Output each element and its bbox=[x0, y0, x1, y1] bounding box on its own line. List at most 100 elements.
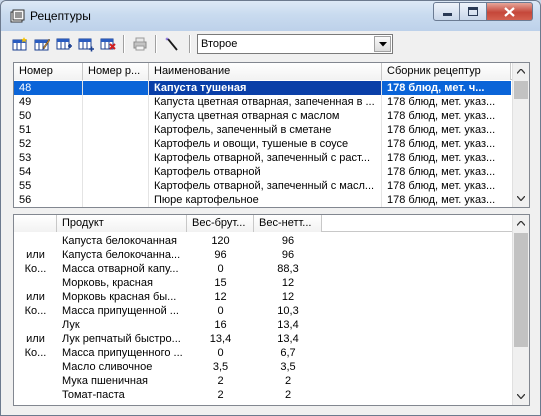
column-header-name[interactable]: Наименование bbox=[149, 63, 382, 80]
insert-row-button[interactable] bbox=[76, 34, 96, 54]
column-header-recipe-number[interactable]: Номер р... bbox=[83, 63, 149, 80]
row-number: 51 bbox=[19, 124, 32, 136]
row-collection: 178 блюд, мет. указ... bbox=[387, 138, 496, 150]
row-product: Капуста белокочанная bbox=[62, 235, 177, 247]
scroll-up-button[interactable] bbox=[513, 215, 529, 232]
row-recipe-number bbox=[83, 109, 149, 123]
category-select[interactable]: Второе bbox=[197, 34, 393, 54]
ingredients-grid[interactable]: Продукт Вес-брут... Вес-нетт... Капуста … bbox=[13, 214, 530, 406]
row-alternative bbox=[14, 360, 57, 374]
column-header-net-weight[interactable]: Вес-нетт... bbox=[254, 215, 322, 232]
window-title: Рецептуры bbox=[30, 9, 91, 23]
edit-recipe-button[interactable] bbox=[32, 34, 52, 54]
column-header-product[interactable]: Продукт bbox=[57, 215, 187, 232]
row-recipe-number bbox=[83, 95, 149, 109]
close-button[interactable] bbox=[487, 2, 533, 21]
minimize-icon bbox=[443, 13, 452, 16]
recipes-scrollbar[interactable] bbox=[512, 63, 529, 207]
recipe-row[interactable]: 53 Картофель отварной, запеченный с раст.… bbox=[14, 151, 511, 165]
row-gross-weight: 0 bbox=[217, 347, 224, 359]
scroll-up-button[interactable] bbox=[513, 63, 529, 80]
row-number: 50 bbox=[19, 110, 32, 122]
row-product: Морковь, красная bbox=[62, 277, 153, 289]
row-alternative: или bbox=[26, 333, 45, 345]
ingredient-row[interactable]: Ко... Масса припущенного ... 0 6,7 bbox=[14, 346, 511, 360]
print-icon bbox=[133, 37, 147, 51]
scroll-down-button[interactable] bbox=[513, 190, 529, 207]
add-row-button[interactable] bbox=[54, 34, 74, 54]
recipe-row[interactable]: 49 Капуста цветная отварная, запеченная в… bbox=[14, 95, 511, 109]
column-header-alternative[interactable] bbox=[14, 215, 57, 232]
recipe-row[interactable]: 48 Капуста тушеная 178 блюд, мет. ч... bbox=[14, 81, 511, 95]
row-name: Картофель отварной, запеченный с масл... bbox=[154, 180, 375, 192]
row-net-weight: 12 bbox=[281, 291, 295, 303]
print-button[interactable] bbox=[130, 34, 150, 54]
recipe-row[interactable]: 56 Пюре картофельное 178 блюд, мет. указ..… bbox=[14, 193, 511, 207]
row-gross-weight: 13,4 bbox=[209, 333, 232, 345]
row-alternative: или bbox=[26, 291, 45, 303]
wand-button[interactable] bbox=[162, 34, 182, 54]
row-gross-weight: 2 bbox=[217, 375, 224, 387]
row-net-weight: 13,4 bbox=[277, 319, 299, 331]
column-header-collection[interactable]: Сборник рецептур bbox=[382, 63, 511, 80]
row-recipe-number bbox=[83, 81, 149, 95]
ingredient-row[interactable]: или Капуста белокочанна... 96 96 bbox=[14, 248, 511, 262]
category-dropdown-button[interactable] bbox=[374, 36, 391, 52]
row-collection: 178 блюд, мет. указ... bbox=[387, 124, 496, 136]
row-name: Капуста цветная отварная, запеченная в .… bbox=[154, 96, 375, 108]
edit-table-icon bbox=[34, 38, 50, 51]
ingredient-row[interactable]: Масло сливочное 3,5 3,5 bbox=[14, 360, 511, 374]
row-gross-weight: 15 bbox=[214, 277, 227, 289]
chevron-down-icon bbox=[379, 42, 387, 47]
new-recipe-button[interactable] bbox=[10, 34, 30, 54]
row-product: Масса припущенного ... bbox=[62, 347, 183, 359]
scroll-thumb[interactable] bbox=[514, 81, 528, 99]
ingredient-row[interactable]: Ко... Масса отварной капу... 0 88,3 bbox=[14, 262, 511, 276]
recipe-book-icon bbox=[10, 9, 25, 23]
recipe-row[interactable]: 50 Капуста цветная отварная с маслом 178 б… bbox=[14, 109, 511, 123]
ingredients-scrollbar[interactable] bbox=[512, 215, 529, 405]
minimize-button[interactable] bbox=[433, 2, 460, 21]
row-alternative bbox=[14, 318, 57, 332]
insert-row-icon bbox=[78, 38, 94, 52]
column-header-gross-weight[interactable]: Вес-брут... bbox=[187, 215, 254, 232]
recipes-grid[interactable]: Номер Номер р... Наименование Сборник ре… bbox=[13, 62, 530, 208]
row-number: 55 bbox=[19, 180, 32, 192]
scroll-thumb[interactable] bbox=[514, 233, 528, 347]
recipe-row[interactable]: 54 Картофель отварной 178 блюд, мет. указ.… bbox=[14, 165, 511, 179]
delete-row-button[interactable] bbox=[98, 34, 118, 54]
row-product: Лук репчатый быстро... bbox=[62, 333, 181, 345]
panel-splitter[interactable] bbox=[13, 209, 530, 213]
row-name: Картофель и овощи, тушеные в соусе bbox=[154, 138, 349, 150]
ingredient-row[interactable]: Мука пшеничная 2 2 bbox=[14, 374, 511, 388]
row-alternative: Ко... bbox=[24, 347, 47, 359]
row-collection: 178 блюд, мет. ч... bbox=[387, 82, 485, 94]
recipe-row[interactable]: 52 Картофель и овощи, тушеные в соусе 178 … bbox=[14, 137, 511, 151]
ingredient-row[interactable]: или Морковь красная бы... 12 12 bbox=[14, 290, 511, 304]
row-name: Пюре картофельное bbox=[154, 194, 259, 206]
recipe-row[interactable]: 55 Картофель отварной, запеченный с масл.… bbox=[14, 179, 511, 193]
ingredient-row[interactable]: Ко... Масса припущенной ... 0 10,3 bbox=[14, 304, 511, 318]
column-header-number[interactable]: Номер bbox=[14, 63, 83, 80]
row-net-weight: 12 bbox=[281, 277, 295, 289]
ingredient-row[interactable]: Лук 16 13,4 bbox=[14, 318, 511, 332]
title-bar[interactable]: Рецептуры bbox=[1, 1, 540, 31]
grid-line bbox=[381, 80, 382, 207]
recipe-row[interactable]: 51 Картофель, запеченный в сметане 178 блю… bbox=[14, 123, 511, 137]
row-alternative bbox=[14, 374, 57, 388]
row-gross-weight: 96 bbox=[214, 249, 227, 261]
ingredient-row[interactable]: Томат-паста 2 2 bbox=[14, 388, 511, 402]
ingredient-row[interactable]: Капуста белокочанная 120 96 bbox=[14, 234, 511, 248]
scroll-down-button[interactable] bbox=[513, 388, 529, 405]
ingredient-row[interactable]: Морковь, красная 15 12 bbox=[14, 276, 511, 290]
maximize-button[interactable] bbox=[460, 2, 487, 21]
row-product: Масса отварной капу... bbox=[62, 263, 179, 275]
ingredient-row[interactable]: или Лук репчатый быстро... 13,4 13,4 bbox=[14, 332, 511, 346]
row-product: Капуста белокочанна... bbox=[62, 249, 181, 261]
toolbar-separator bbox=[155, 35, 157, 53]
add-row-icon bbox=[56, 38, 72, 50]
row-collection: 178 блюд, мет. указ... bbox=[387, 152, 496, 164]
row-gross-weight: 0 bbox=[217, 263, 224, 275]
row-product: Лук bbox=[62, 319, 80, 331]
row-product: Томат-паста bbox=[62, 389, 125, 401]
